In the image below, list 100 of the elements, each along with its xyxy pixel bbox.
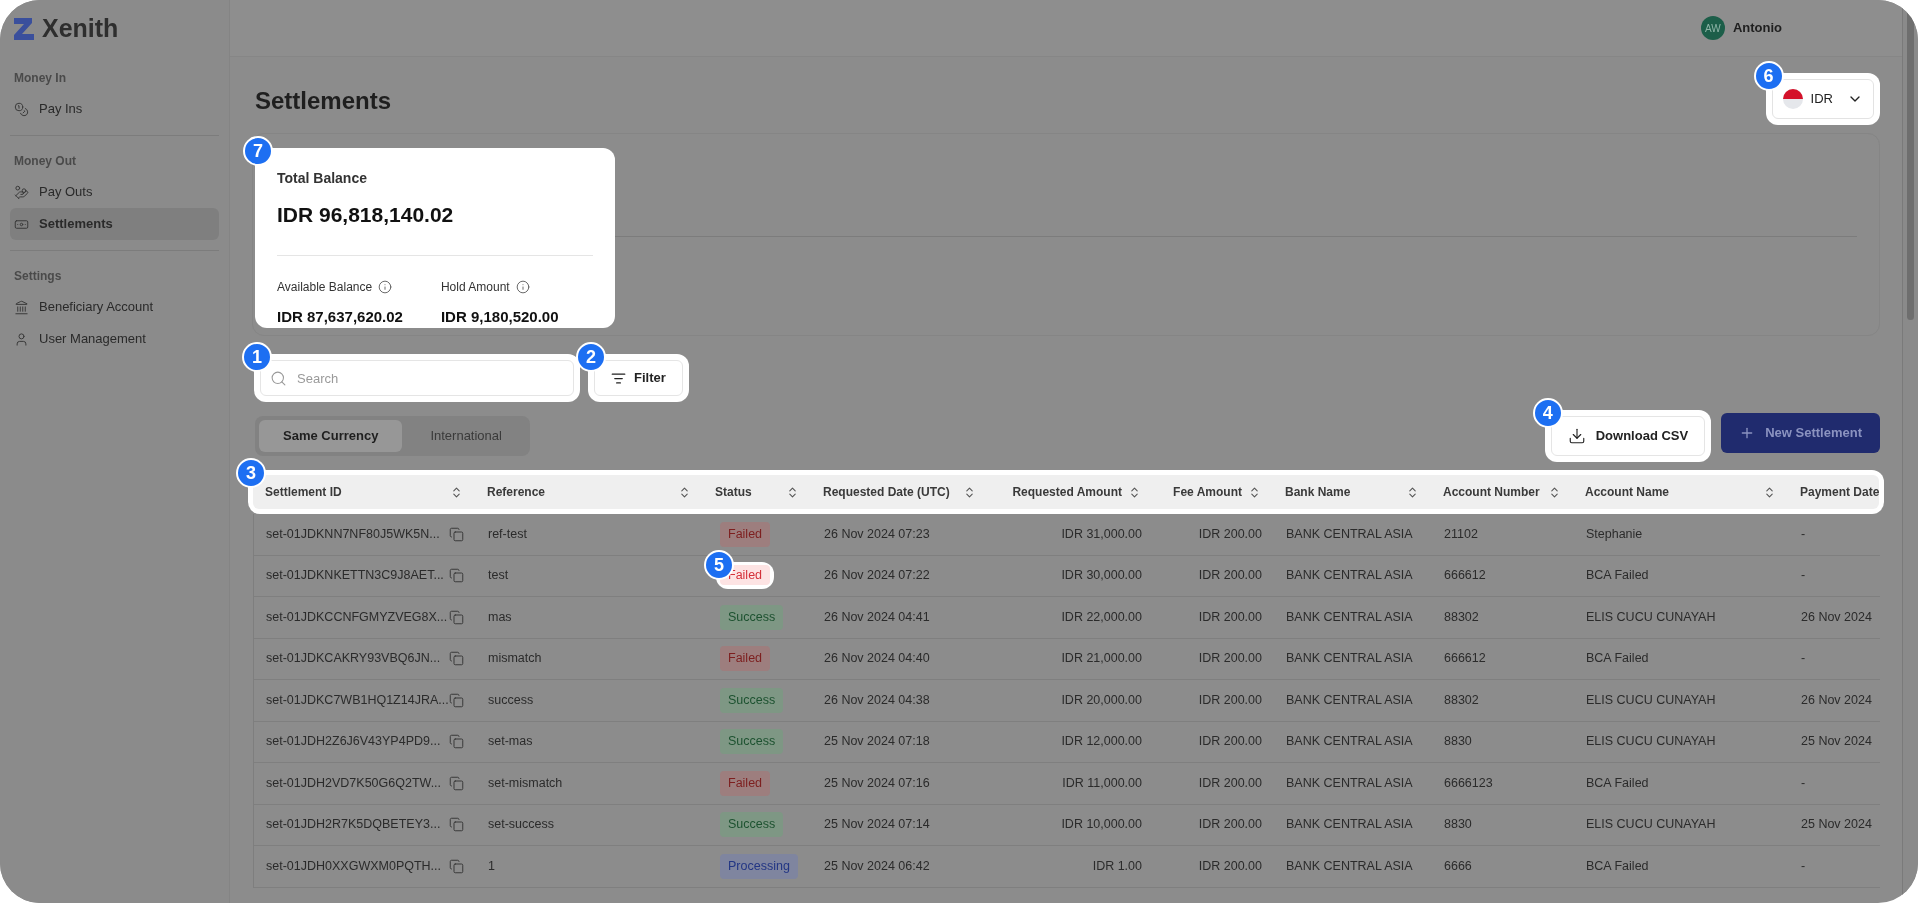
table-cell-text: 26 Nov 2024 04:40 xyxy=(824,650,930,668)
table-cell-text: 26 Nov 2024 07:23 xyxy=(824,525,930,543)
table-cell-text: 88302 xyxy=(1444,691,1479,709)
copy-icon[interactable] xyxy=(449,734,464,750)
table-cell-text: set-01JDH2VD7K50G6Q2TW... xyxy=(266,774,442,792)
available-balance-label: Available Balance xyxy=(277,278,373,296)
table-cell-text: IDR 200.00 xyxy=(1198,650,1262,668)
table-cell-text: 8830 xyxy=(1444,816,1472,834)
sidebar-item[interactable]: Pay Outs xyxy=(10,176,219,208)
table-cell-text: BANK CENTRAL ASIA xyxy=(1286,733,1413,751)
table-cell-text: set-success xyxy=(488,816,554,834)
table-cell-text: ELIS CUCU CUNAYAH xyxy=(1586,816,1716,834)
table-cell-text: 6666123 xyxy=(1444,774,1493,792)
table-cell-text: ELIS CUCU CUNAYAH xyxy=(1586,608,1716,626)
hold-amount-value: IDR 9,180,520.00 xyxy=(440,306,559,327)
table-cell-text: set-01JDH0XXGWXM0PQTH... xyxy=(266,857,442,875)
user-name: Antonio xyxy=(1732,19,1782,38)
column-header[interactable]: Reference xyxy=(475,483,703,501)
table-cell-text: BCA Failed xyxy=(1586,650,1649,668)
sort-icon xyxy=(1128,485,1141,499)
table-cell-text: set-mismatch xyxy=(488,774,563,792)
sort-icon xyxy=(1763,485,1776,499)
table-cell-text: BANK CENTRAL ASIA xyxy=(1286,608,1413,626)
table-cell-text: 6666 xyxy=(1444,857,1472,875)
copy-icon[interactable] xyxy=(449,526,464,542)
table-cell-text: set-01JDH2R7K5DQBETEY3... xyxy=(266,816,441,834)
table-cell-text: 26 Nov 2024 04:41 xyxy=(824,608,930,626)
table-cell-text: test xyxy=(488,567,509,585)
sidebar-item[interactable]: Settlements xyxy=(10,208,219,240)
table-cell-text: set-mas xyxy=(488,733,533,751)
column-header[interactable]: Account Name xyxy=(1573,483,1788,501)
sort-icon xyxy=(1406,485,1419,499)
table-cell-text: mismatch xyxy=(488,650,542,668)
info-icon[interactable] xyxy=(378,279,393,294)
copy-icon[interactable] xyxy=(449,817,464,833)
table-cell-text: 21102 xyxy=(1444,525,1478,543)
column-header[interactable]: Bank Name xyxy=(1273,483,1431,501)
table-cell-text: 88302 xyxy=(1444,608,1479,626)
column-header[interactable]: Account Number xyxy=(1431,483,1573,501)
sort-icon xyxy=(1248,485,1261,499)
table-cell-text: set-01JDKCAKRY93VBQ6JN... xyxy=(266,650,441,668)
column-header[interactable]: Requested Date (UTC) xyxy=(811,483,988,501)
status-badge: Processing xyxy=(720,853,798,879)
table-cell-text: IDR 200.00 xyxy=(1198,774,1262,792)
table-cell-text: BANK CENTRAL ASIA xyxy=(1286,816,1413,834)
sidebar-section-title: Settings xyxy=(13,268,63,285)
table-cell-text: 25 Nov 2024 06:42 xyxy=(824,857,930,875)
step-number-badge: 6 xyxy=(1753,61,1784,91)
table-cell-text: set-01JDKNN7NF80J5WK5N... xyxy=(266,525,440,543)
table-cell-text: IDR 1.00 xyxy=(1092,857,1142,875)
table-cell-text: success xyxy=(488,691,534,709)
table-cell-text: 26 Nov 2024 xyxy=(1801,608,1872,626)
download-csv-button[interactable]: Download CSV xyxy=(1550,416,1706,456)
table-cell-text: 26 Nov 2024 xyxy=(1801,691,1872,709)
table-cell-text: 25 Nov 2024 07:16 xyxy=(824,774,930,792)
table-cell-text: BANK CENTRAL ASIA xyxy=(1286,567,1413,585)
copy-icon[interactable] xyxy=(449,609,464,625)
table-cell-text: 666612 xyxy=(1444,567,1486,585)
total-balance-value: IDR 96,818,140.02 xyxy=(277,202,455,228)
available-balance-value: IDR 87,637,620.02 xyxy=(277,306,403,327)
table-cell-text: set-01JDKNKETTN3C9J8AET... xyxy=(266,567,444,585)
table-cell-text: IDR 200.00 xyxy=(1198,857,1262,875)
new-settlement-button[interactable]: New Settlement xyxy=(1721,413,1880,453)
user-icon xyxy=(14,331,29,347)
sort-icon xyxy=(678,485,691,499)
table-cell-text: BANK CENTRAL ASIA xyxy=(1286,650,1413,668)
table-cell-text: Stephanie xyxy=(1586,525,1643,543)
tab[interactable]: Same Currency xyxy=(259,420,403,452)
table-cell-text: - xyxy=(1801,774,1806,792)
sidebar-item[interactable]: User Management xyxy=(10,323,219,355)
table-cell-text: ELIS CUCU CUNAYAH xyxy=(1586,691,1716,709)
download-icon xyxy=(1567,427,1586,445)
status-badge: Failed xyxy=(720,646,771,672)
table-cell-text: BCA Failed xyxy=(1586,567,1649,585)
copy-icon[interactable] xyxy=(449,858,464,874)
column-header[interactable]: Payment Date xyxy=(1788,483,1879,501)
copy-icon[interactable] xyxy=(449,775,464,791)
column-header[interactable]: Requested Amount xyxy=(988,483,1153,501)
column-header[interactable]: Fee Amount xyxy=(1153,483,1273,501)
copy-icon[interactable] xyxy=(449,651,464,667)
sort-icon xyxy=(450,485,463,499)
column-header[interactable]: Status xyxy=(703,483,811,501)
sidebar-item[interactable]: Pay Ins xyxy=(10,93,219,125)
table-cell-text: - xyxy=(1801,525,1806,543)
table-cell-text: 25 Nov 2024 xyxy=(1801,733,1872,751)
sort-icon xyxy=(1548,485,1561,499)
page-title: Settlements xyxy=(254,86,392,116)
sidebar-item[interactable]: Beneficiary Account xyxy=(10,291,219,323)
total-balance-label: Total Balance xyxy=(277,169,368,188)
table-cell-text: IDR 30,000.00 xyxy=(1061,567,1142,585)
copy-icon[interactable] xyxy=(449,568,464,584)
copy-icon[interactable] xyxy=(449,692,464,708)
info-icon[interactable] xyxy=(515,279,530,294)
table-cell-text: BCA Failed xyxy=(1586,774,1649,792)
table-cell-text: IDR 200.00 xyxy=(1198,816,1262,834)
table-cell-text: IDR 200.00 xyxy=(1198,525,1262,543)
table-cell-text: set-01JDH2Z6J6V43YP4PD9... xyxy=(266,733,441,751)
table-cell-text: - xyxy=(1801,567,1806,585)
logo-icon xyxy=(14,17,34,40)
status-badge: Success xyxy=(720,687,784,713)
